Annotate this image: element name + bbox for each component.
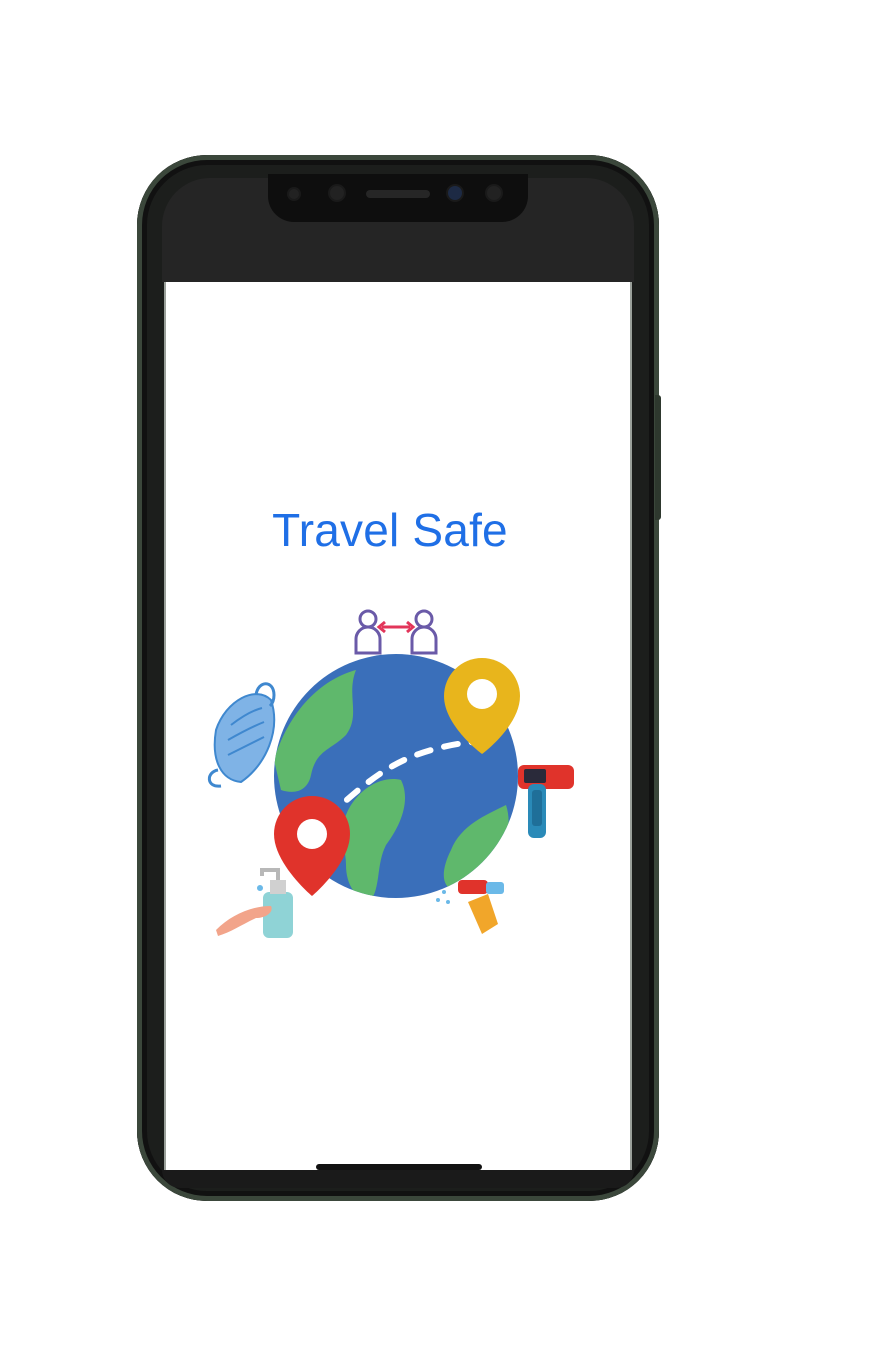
face-id-camera-icon — [448, 186, 462, 200]
travel-safety-illustration — [207, 609, 574, 938]
phone-speaker — [366, 190, 430, 198]
phone-bottom-bezel — [162, 1170, 634, 1188]
thermometer-gun-icon — [518, 765, 574, 838]
home-indicator[interactable] — [316, 1164, 482, 1170]
page-title: Travel Safe — [272, 504, 508, 556]
face-mask-icon — [207, 682, 276, 788]
front-camera-icon — [330, 186, 344, 200]
social-distance-icon — [354, 609, 438, 655]
hand-sanitizer-icon — [216, 868, 293, 938]
disinfectant-spray-icon — [436, 880, 504, 934]
phone-side-button — [655, 395, 661, 520]
stage: Travel Safe — [0, 0, 872, 1356]
sensor-icon — [289, 189, 299, 199]
proximity-sensor-icon — [487, 186, 501, 200]
